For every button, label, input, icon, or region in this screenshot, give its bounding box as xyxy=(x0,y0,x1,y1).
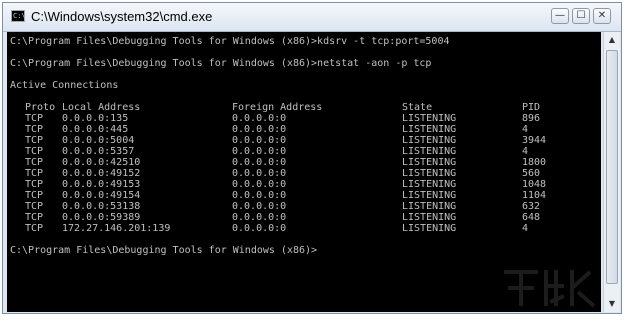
cell-pid: 3944 xyxy=(522,135,547,146)
cell-state: LISTENING xyxy=(402,146,457,157)
cell-foreign-address: 0.0.0.0:0 xyxy=(232,168,287,179)
header-foreign-address: Foreign Address xyxy=(232,102,323,113)
scroll-thumb[interactable] xyxy=(606,50,618,284)
cell-local-address: 172.27.146.201:139 xyxy=(62,223,171,234)
title-bar[interactable]: C:\ C:\Windows\system32\cmd.exe — ☐ ✕ xyxy=(3,3,621,32)
table-row: TCP 0.0.0.0:5004 0.0.0.0:0 LISTENING 3944 xyxy=(10,135,601,146)
cell-pid: 560 xyxy=(522,168,541,179)
table-row: TCP 172.27.146.201:139 0.0.0.0:0 LISTENING 4 xyxy=(10,223,601,234)
cell-pid: 4 xyxy=(522,146,529,157)
cell-state: LISTENING xyxy=(402,201,457,212)
table-row: TCP 0.0.0.0:49154 0.0.0.0:0 LISTENING 1104 xyxy=(10,190,601,201)
cell-foreign-address: 0.0.0.0:0 xyxy=(232,201,287,212)
cell-pid: 648 xyxy=(522,212,541,223)
cell-pid: 1800 xyxy=(522,157,547,168)
table-row: TCP 0.0.0.0:53138 0.0.0.0:0 LISTENING 632 xyxy=(10,201,601,212)
cell-local-address: 0.0.0.0:135 xyxy=(62,113,129,124)
table-row: TCP 0.0.0.0:59389 0.0.0.0:0 LISTENING 648 xyxy=(10,212,601,223)
cmd-icon[interactable]: C:\ xyxy=(11,10,26,22)
header-local-address: Local Address xyxy=(62,102,141,113)
connection-rows: TCP 0.0.0.0:135 0.0.0.0:0 LISTENING 896 TCP 0.… xyxy=(10,113,601,234)
header-state: State xyxy=(402,102,433,113)
cell-state: LISTENING xyxy=(402,157,457,168)
cell-proto: TCP xyxy=(25,190,44,201)
table-row: TCP 0.0.0.0:135 0.0.0.0:0 LISTENING 896 xyxy=(10,113,601,124)
cell-proto: TCP xyxy=(25,212,44,223)
console-line: Active Connections xyxy=(10,80,119,91)
cell-local-address: 0.0.0.0:49154 xyxy=(62,190,141,201)
cell-foreign-address: 0.0.0.0:0 xyxy=(232,146,287,157)
cell-pid: 896 xyxy=(522,113,541,124)
cell-state: LISTENING xyxy=(402,179,457,190)
cell-foreign-address: 0.0.0.0:0 xyxy=(232,135,287,146)
header-pid: PID xyxy=(522,102,541,113)
cell-proto: TCP xyxy=(25,124,44,135)
cell-proto: TCP xyxy=(25,157,44,168)
cell-local-address: 0.0.0.0:53138 xyxy=(62,201,141,212)
cell-foreign-address: 0.0.0.0:0 xyxy=(232,113,287,124)
watermark-logo xyxy=(504,270,596,308)
close-button[interactable]: ✕ xyxy=(593,8,611,24)
cell-local-address: 0.0.0.0:49152 xyxy=(62,168,141,179)
cell-proto: TCP xyxy=(25,146,44,157)
cell-proto: TCP xyxy=(25,201,44,212)
table-header-row: Proto Local Address Foreign Address State PI… xyxy=(10,102,601,113)
maximize-button[interactable]: ☐ xyxy=(572,8,590,24)
cell-pid: 1104 xyxy=(522,190,547,201)
console-text: C:\Program Files\Debugging Tools for Win… xyxy=(7,32,601,256)
cell-pid: 1048 xyxy=(522,179,547,190)
cell-foreign-address: 0.0.0.0:0 xyxy=(232,212,287,223)
cell-local-address: 0.0.0.0:445 xyxy=(62,124,129,135)
cell-proto: TCP xyxy=(25,168,44,179)
cell-foreign-address: 0.0.0.0:0 xyxy=(232,223,287,234)
cell-proto: TCP xyxy=(25,135,44,146)
header-proto: Proto xyxy=(25,102,56,113)
minimize-button[interactable]: — xyxy=(551,8,569,24)
cell-state: LISTENING xyxy=(402,212,457,223)
cell-local-address: 0.0.0.0:49153 xyxy=(62,179,141,190)
cell-state: LISTENING xyxy=(402,124,457,135)
command-prompt: C:\Program Files\Debugging Tools for Win… xyxy=(10,245,318,256)
cell-pid: 632 xyxy=(522,201,541,212)
table-row: TCP 0.0.0.0:445 0.0.0.0:0 LISTENING 4 xyxy=(10,124,601,135)
cell-state: LISTENING xyxy=(402,135,457,146)
cell-local-address: 0.0.0.0:42510 xyxy=(62,157,141,168)
table-row: TCP 0.0.0.0:49152 0.0.0.0:0 LISTENING 560 xyxy=(10,168,601,179)
cell-local-address: 0.0.0.0:5004 xyxy=(62,135,135,146)
table-row: TCP 0.0.0.0:49153 0.0.0.0:0 LISTENING 1048 xyxy=(10,179,601,190)
cell-state: LISTENING xyxy=(402,113,457,124)
cell-proto: TCP xyxy=(25,223,44,234)
console-line: C:\Program Files\Debugging Tools for Win… xyxy=(10,36,450,47)
cell-foreign-address: 0.0.0.0:0 xyxy=(232,190,287,201)
cell-pid: 4 xyxy=(522,124,529,135)
window-title: C:\Windows\system32\cmd.exe xyxy=(31,9,213,24)
cell-state: LISTENING xyxy=(402,168,457,179)
cell-foreign-address: 0.0.0.0:0 xyxy=(232,157,287,168)
console-line: C:\Program Files\Debugging Tools for Win… xyxy=(10,58,432,69)
table-row: TCP 0.0.0.0:5357 0.0.0.0:0 LISTENING 4 xyxy=(10,146,601,157)
cell-foreign-address: 0.0.0.0:0 xyxy=(232,124,287,135)
cell-pid: 4 xyxy=(522,223,529,234)
table-row: TCP 0.0.0.0:42510 0.0.0.0:0 LISTENING 1800 xyxy=(10,157,601,168)
cell-local-address: 0.0.0.0:59389 xyxy=(62,212,141,223)
cell-local-address: 0.0.0.0:5357 xyxy=(62,146,135,157)
cell-state: LISTENING xyxy=(402,190,457,201)
scroll-up-icon[interactable]: ▲ xyxy=(605,33,619,47)
cell-foreign-address: 0.0.0.0:0 xyxy=(232,179,287,190)
cell-state: LISTENING xyxy=(402,223,457,234)
cell-proto: TCP xyxy=(25,113,44,124)
cell-proto: TCP xyxy=(25,179,44,190)
